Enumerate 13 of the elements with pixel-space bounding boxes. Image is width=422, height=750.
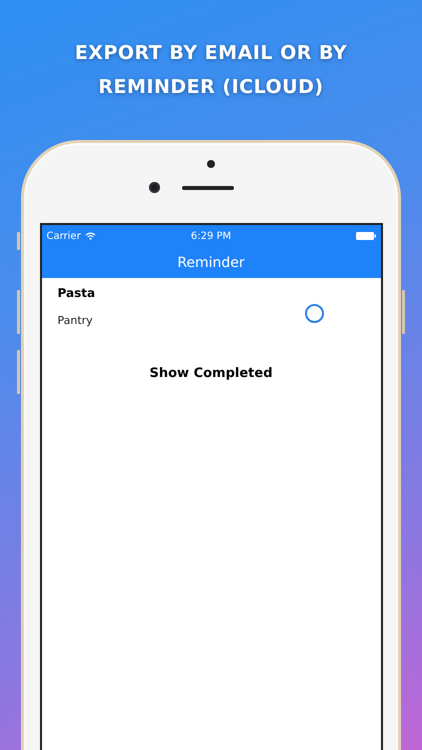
nav-title: Reminder [177,254,245,270]
speaker-icon [182,186,234,190]
wifi-icon [84,232,96,240]
battery-icon [356,232,376,240]
reminder-list: Pantry [58,314,304,327]
camera-icon [148,182,160,193]
headline: EXPORT BY EMAIL OR BY REMINDER (ICLOUD) [74,41,348,100]
reminder-title: Pasta [58,286,96,300]
completion-circle[interactable] [304,304,324,322]
sensor-icon [207,160,215,168]
status-time: 6:29 PM [190,230,232,242]
show-completed-button[interactable]: Show Completed [141,362,281,385]
carrier-label: Carrier [46,230,81,242]
